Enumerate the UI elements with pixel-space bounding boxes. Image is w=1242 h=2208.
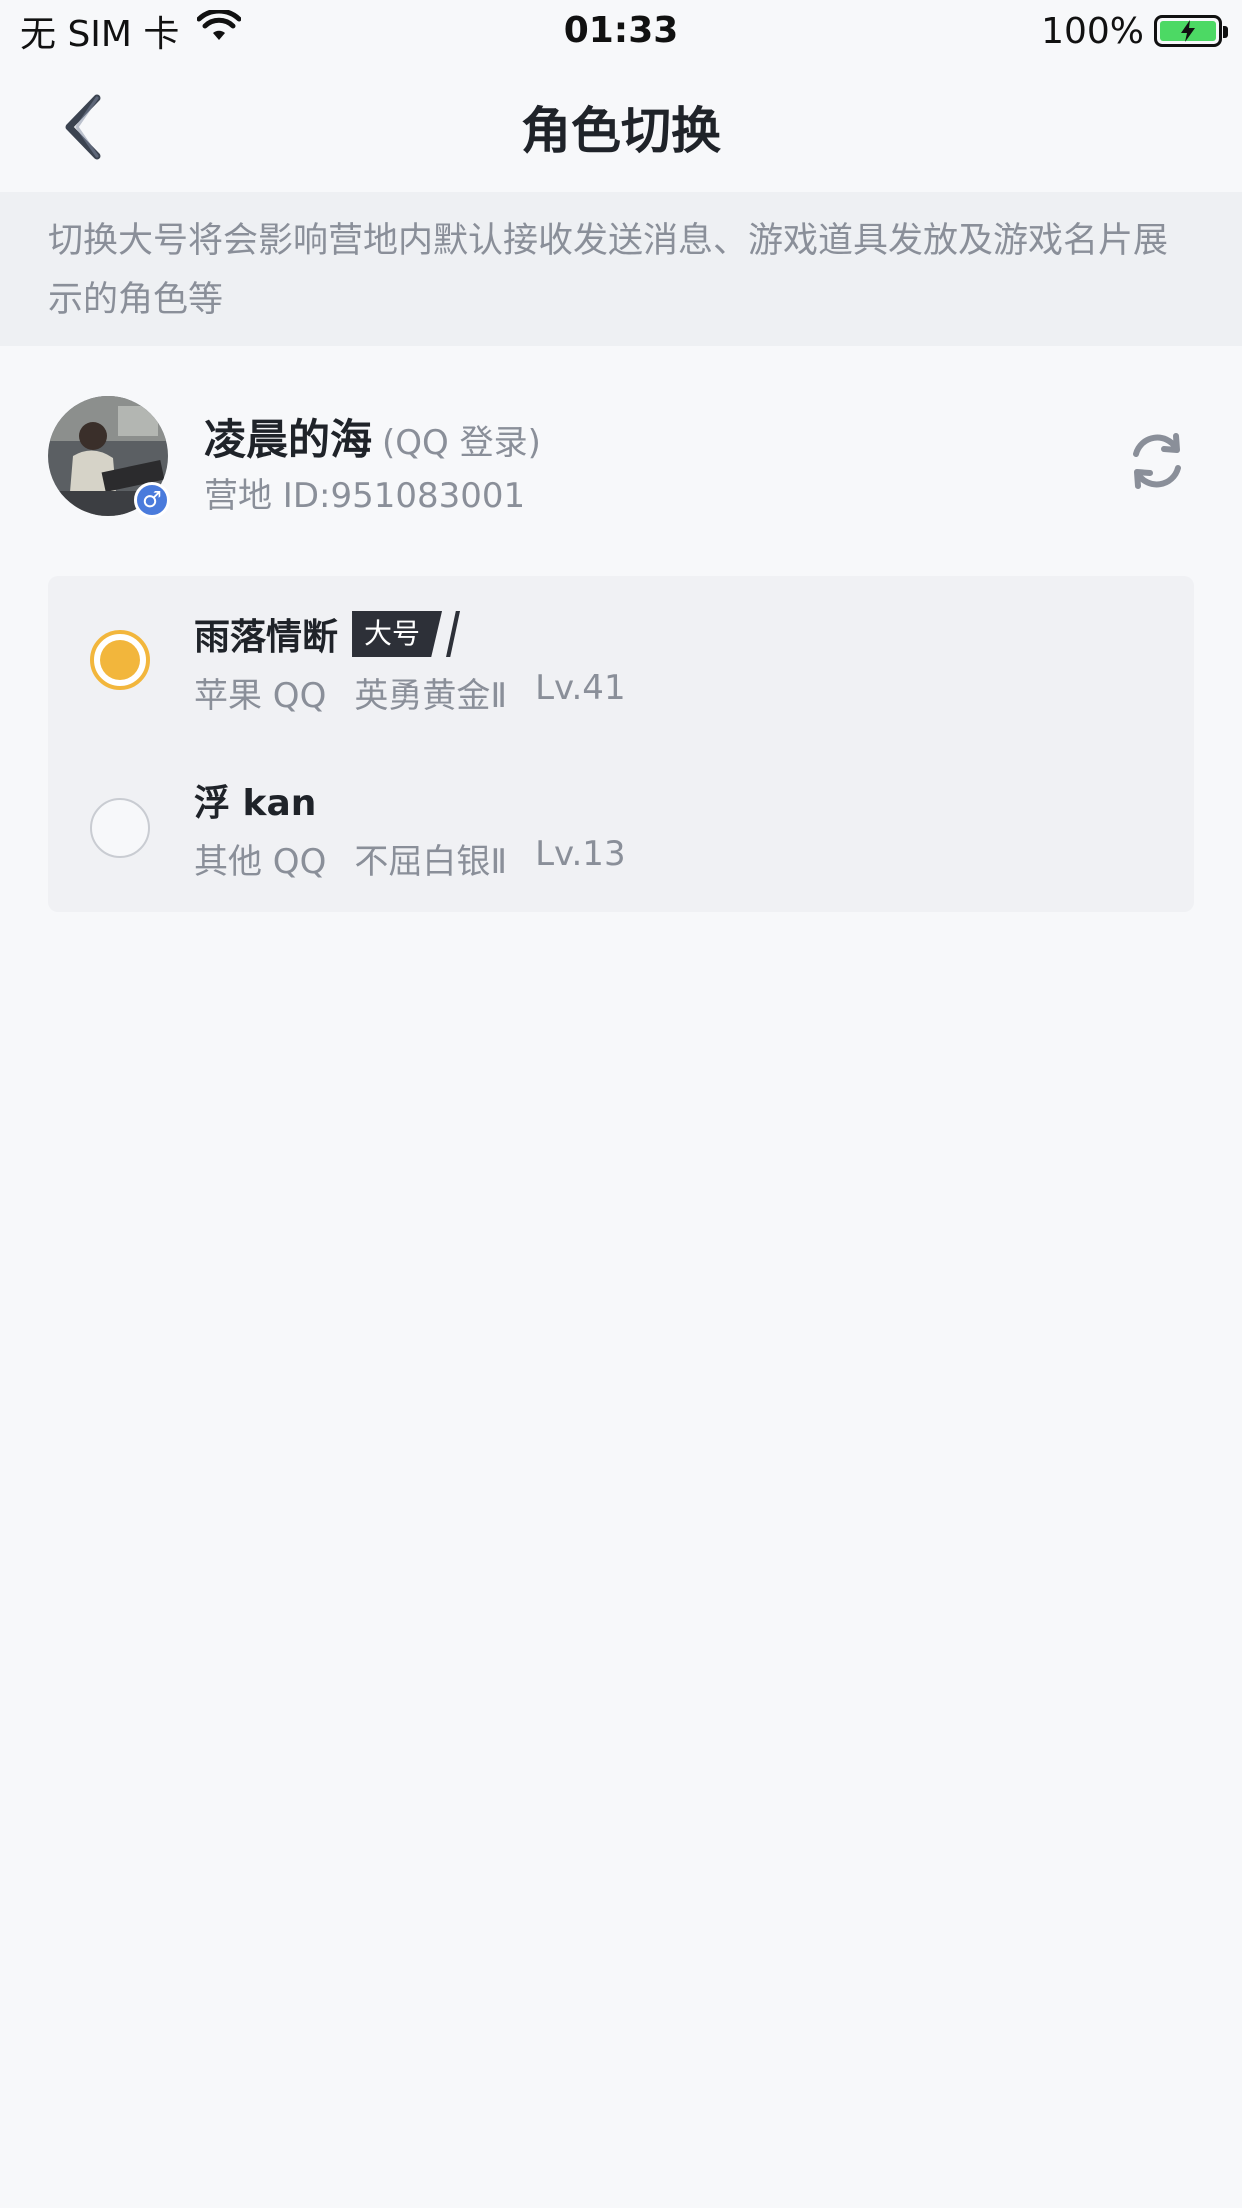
role-list: 雨落情断 大号 苹果 QQ 英勇黄金Ⅱ Lv.41 浮 kan 其他 QQ 不屈…	[48, 576, 1194, 912]
battery-fill	[1160, 20, 1216, 42]
role-platform: 苹果 QQ	[194, 676, 327, 716]
role-name: 雨落情断	[194, 617, 339, 658]
role-platform: 其他 QQ	[194, 842, 327, 882]
role-rank: 英勇黄金Ⅱ	[354, 676, 508, 716]
profile-name: 凌晨的海	[204, 415, 373, 464]
login-type: (QQ 登录)	[382, 423, 541, 463]
role-meta: 苹果 QQ 英勇黄金Ⅱ Lv.41	[194, 668, 626, 717]
avatar-wrap: ♂	[48, 396, 170, 518]
notice-text: 切换大号将会影响营地内默认接收发送消息、游戏道具发放及游戏名片展示的角色等	[48, 221, 1169, 320]
chevron-left-icon	[65, 94, 101, 160]
role-radio-selected[interactable]	[90, 630, 150, 690]
battery-icon	[1154, 15, 1228, 47]
status-time: 01:33	[563, 10, 679, 51]
main-account-badge: 大号	[352, 611, 461, 657]
refresh-button[interactable]	[1124, 428, 1190, 494]
back-button[interactable]	[48, 92, 118, 162]
profile-section: ♂ 凌晨的海 (QQ 登录) 营地 ID:951083001	[0, 346, 1242, 546]
male-icon: ♂	[134, 482, 170, 518]
role-level: Lv.13	[535, 834, 626, 874]
role-meta: 其他 QQ 不屈白银Ⅱ Lv.13	[194, 834, 626, 883]
status-bar: 无 SIM 卡 01:33 100%	[0, 0, 1242, 62]
refresh-icon	[1133, 433, 1181, 489]
page-title: 角色切换	[521, 102, 721, 160]
main-account-badge-label: 大号	[352, 611, 443, 657]
role-name: 浮 kan	[194, 783, 317, 824]
role-name-row: 浮 kan	[194, 774, 316, 826]
role-item[interactable]: 浮 kan 其他 QQ 不屈白银Ⅱ Lv.13	[48, 744, 1194, 912]
notice-banner: 切换大号将会影响营地内默认接收发送消息、游戏道具发放及游戏名片展示的角色等	[0, 192, 1242, 346]
role-rank: 不屈白银Ⅱ	[354, 842, 508, 882]
profile-id: 营地 ID:951083001	[204, 476, 526, 516]
role-item[interactable]: 雨落情断 大号 苹果 QQ 英勇黄金Ⅱ Lv.41	[48, 576, 1194, 744]
nav-bar: 角色切换	[0, 62, 1242, 192]
role-radio-unselected[interactable]	[90, 798, 150, 858]
badge-slash	[446, 611, 461, 657]
profile-name-row: 凌晨的海 (QQ 登录)	[204, 406, 541, 467]
role-level: Lv.41	[535, 668, 626, 708]
charging-bolt-icon	[1181, 20, 1195, 42]
radio-dot	[100, 640, 140, 680]
role-name-row: 雨落情断 大号	[194, 608, 461, 660]
